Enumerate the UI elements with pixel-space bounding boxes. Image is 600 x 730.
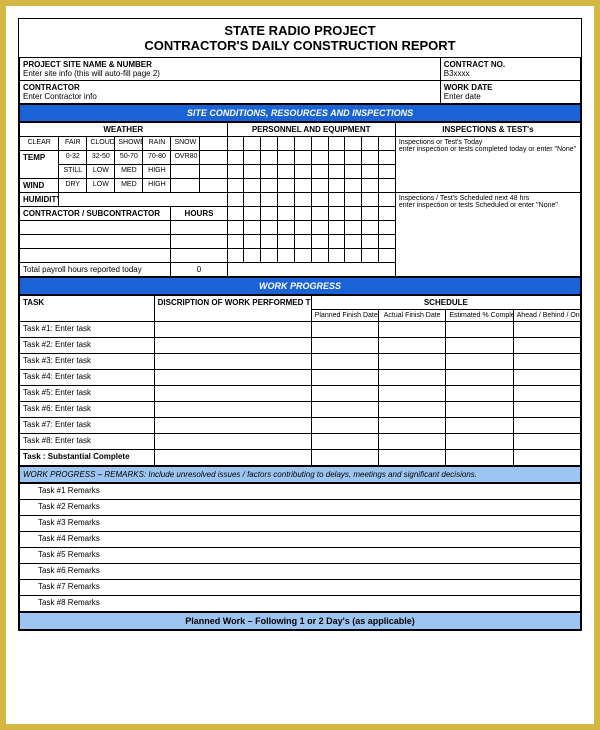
table-row: Task #2: Enter task	[20, 338, 581, 354]
conditions-table: WEATHER PERSONNEL AND EQUIPMENT INSPECTI…	[19, 122, 581, 277]
inspections-today[interactable]: Inspections or Test's Today enter inspec…	[395, 137, 580, 193]
desc-header: DISCRIPTION OF WORK PERFORMED This Repor…	[154, 296, 311, 322]
table-row: Task #1: Enter task	[20, 322, 581, 338]
planned-footer: Planned Work – Following 1 or 2 Day's (a…	[19, 612, 581, 630]
report-header: STATE RADIO PROJECT CONTRACTOR'S DAILY C…	[19, 19, 581, 57]
date-label: WORK DATE	[444, 83, 577, 92]
section2-bar: WORK PROGRESS	[19, 277, 581, 295]
hours-label: HOURS	[171, 207, 227, 221]
table-row: Task #7: Enter task	[20, 418, 581, 434]
table-row: Task #6 Remarks	[20, 564, 581, 580]
remarks-header: WORK PROGRESS – REMARKS: Include unresol…	[19, 466, 581, 483]
personnel-header: PERSONNEL AND EQUIPMENT	[227, 123, 395, 137]
humidity-label: HUMIDITY	[20, 193, 59, 207]
wind-label: WIND	[20, 179, 59, 193]
col-estimated: Estimated % Complete	[446, 310, 513, 322]
weather-header: WEATHER	[20, 123, 228, 137]
col-planned: Planned Finish Date	[311, 310, 378, 322]
site-value[interactable]: Enter site info (this will auto-fill pag…	[23, 69, 437, 78]
task-header: TASK	[20, 296, 155, 322]
progress-table: TASK DISCRIPTION OF WORK PERFORMED This …	[19, 295, 581, 466]
table-row: Task #4 Remarks	[20, 532, 581, 548]
section1-bar: SITE CONDITIONS, RESOURCES AND INSPECTIO…	[19, 104, 581, 122]
title-line2: CONTRACTOR'S DAILY CONSTRUCTION REPORT	[19, 38, 581, 53]
table-row: Task #3: Enter task	[20, 354, 581, 370]
contractor-sub-label: CONTRACTOR / SUBCONTRACTOR	[20, 207, 171, 221]
table-row: Task #6: Enter task	[20, 402, 581, 418]
payroll-label: Total payroll hours reported today	[20, 263, 171, 277]
table-row: Task #5: Enter task	[20, 386, 581, 402]
weather-check[interactable]	[199, 137, 227, 151]
contractor-value[interactable]: Enter Contractor info	[23, 92, 437, 101]
table-row: Task #5 Remarks	[20, 548, 581, 564]
substantial-row: Task : Substantial Complete	[20, 450, 581, 466]
table-row: Task #8 Remarks	[20, 596, 581, 612]
w-fair: FAIR	[59, 137, 87, 151]
w-cloudy: CLOUDY	[87, 137, 115, 151]
contract-label: CONTRACT NO.	[444, 60, 577, 69]
site-label: PROJECT SITE NAME & NUMBER	[23, 60, 437, 69]
remarks-table: Task #1 Remarks Task #2 Remarks Task #3 …	[19, 483, 581, 612]
w-clear: CLEAR	[20, 137, 59, 151]
table-row: Task #2 Remarks	[20, 500, 581, 516]
w-shower: SHOWER	[115, 137, 143, 151]
table-row: Task #8: Enter task	[20, 434, 581, 450]
date-value[interactable]: Enter date	[444, 92, 577, 101]
col-status: Ahead / Behind / On Schedule	[513, 310, 580, 322]
table-row: Task #3 Remarks	[20, 516, 581, 532]
inspections-next[interactable]: Inspections / Test's Scheduled next 48 h…	[395, 193, 580, 277]
col-actual: Actual Finish Date	[379, 310, 446, 322]
contractor-label: CONTRACTOR	[23, 83, 437, 92]
contract-value[interactable]: B3xxxx	[444, 69, 577, 78]
table-row: Task #7 Remarks	[20, 580, 581, 596]
table-row: Task #4: Enter task	[20, 370, 581, 386]
temp-label: TEMP	[20, 151, 59, 179]
title-line1: STATE RADIO PROJECT	[19, 23, 581, 38]
top-info-table: PROJECT SITE NAME & NUMBER Enter site in…	[19, 57, 581, 104]
schedule-header: SCHEDULE	[311, 296, 580, 310]
payroll-value: 0	[171, 263, 227, 277]
w-snow: SNOW	[171, 137, 199, 151]
w-rain: RAIN	[143, 137, 171, 151]
table-row: Task #1 Remarks	[20, 484, 581, 500]
inspections-header: INSPECTIONS & TEST's	[395, 123, 580, 137]
